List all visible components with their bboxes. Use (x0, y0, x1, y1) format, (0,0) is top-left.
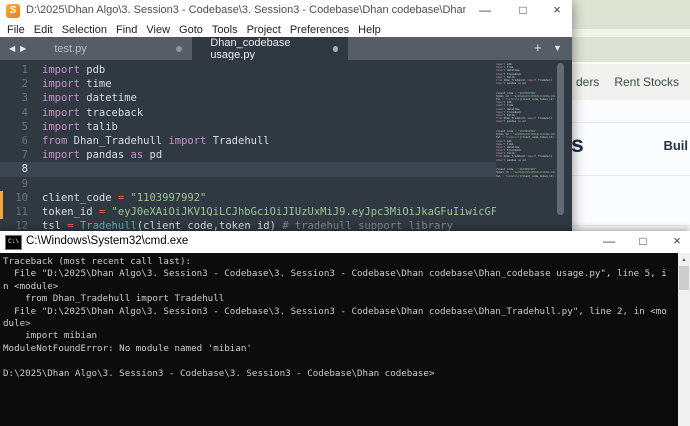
cmd-window-title: C:\Windows\System32\cmd.exe (26, 235, 188, 247)
console-line: File "D:\2025\Dhan Algo\3. Session3 - Co… (3, 306, 690, 318)
webpage-banner-band (556, 29, 690, 37)
tabs: test.py Dhan_codebase usage.py (36, 37, 348, 60)
sublime-window: S D:\2025\Dhan Algo\3. Session3 - Codeba… (0, 0, 572, 233)
tab-overflow-icon[interactable]: ▼ (553, 43, 562, 53)
maximize-icon[interactable]: □ (508, 0, 538, 22)
code-editor[interactable]: 1import pdb2import time3import datetime4… (0, 60, 572, 233)
editor-scrollbar[interactable] (557, 63, 564, 215)
webpage-link[interactable]: Buil (663, 138, 688, 153)
tab-dhan_codebase-usage.py[interactable]: Dhan_codebase usage.py (192, 37, 348, 60)
console-line: ModuleNotFoundError: No module named 'mi… (3, 343, 690, 355)
tab-label: Dhan_codebase usage.py (210, 37, 332, 61)
console-line: n <module> (3, 281, 690, 293)
menu-preferences[interactable]: Preferences (290, 24, 349, 36)
code-line: 1import pdb (0, 63, 496, 77)
tab-bar: ◀▶ test.pyDhan_codebase usage.py + ▼ (0, 37, 572, 60)
webpage-navbar: dersRent StocksM (556, 64, 690, 100)
scroll-up-icon[interactable]: ▲ (678, 255, 690, 265)
background-webpage: dersRent StocksM s Buil (556, 0, 690, 256)
code-line: 4import traceback (0, 106, 496, 120)
desktop: dersRent StocksM s Buil S D:\2025\Dhan A… (0, 0, 690, 426)
console-line: dule> (3, 318, 690, 330)
line-number: 4 (0, 106, 42, 120)
minimap[interactable]: import pdbimport timeimport datetimeimpo… (496, 60, 556, 233)
minimize-icon[interactable]: — (594, 231, 624, 253)
sublime-titlebar[interactable]: S D:\2025\Dhan Algo\3. Session3 - Codeba… (0, 0, 572, 22)
code-line: 3import datetime (0, 91, 496, 105)
menu-project[interactable]: Project (247, 24, 281, 36)
nav-item[interactable]: Rent Stocks (614, 75, 679, 89)
modified-dot-icon (176, 46, 182, 52)
new-tab-icon[interactable]: + (534, 40, 542, 55)
code-line: 2import time (0, 77, 496, 91)
menu-help[interactable]: Help (358, 24, 381, 36)
divider (556, 175, 690, 176)
console-line: Traceback (most recent call last): (3, 256, 690, 268)
scrollbar-thumb[interactable] (679, 266, 689, 290)
tab-label: test.py (54, 43, 86, 55)
code-line: 10client_code = "1103997992" (0, 191, 496, 205)
sublime-icon: S (6, 4, 20, 18)
menu-find[interactable]: Find (116, 24, 137, 36)
webpage-heading: s (571, 131, 584, 158)
menu-file[interactable]: File (7, 24, 25, 36)
maximize-icon[interactable]: □ (628, 231, 658, 253)
cmd-window: C:\ C:\Windows\System32\cmd.exe — □ × Tr… (0, 231, 690, 426)
code-line: 11token_id = "eyJ0eXAiOiJKV1QiLCJhbGciOi… (0, 205, 496, 219)
console-scrollbar[interactable]: ▲ (678, 253, 690, 426)
tab-test.py[interactable]: test.py (36, 37, 192, 60)
line-number: 11 (0, 205, 42, 219)
code-area[interactable]: 1import pdb2import time3import datetime4… (0, 63, 572, 233)
line-number: 7 (0, 148, 42, 162)
line-number: 10 (0, 191, 42, 205)
close-icon[interactable]: × (662, 231, 690, 253)
console-text: Traceback (most recent call last): File … (0, 253, 690, 380)
code-line: 6from Dhan_Tradehull import Tradehull (0, 134, 496, 148)
menu-goto[interactable]: Goto (179, 24, 203, 36)
close-icon[interactable]: × (542, 0, 572, 22)
modified-lines-marker (0, 191, 3, 219)
menu-selection[interactable]: Selection (62, 24, 107, 36)
console-line: from Dhan_Tradehull import Tradehull (3, 293, 690, 305)
divider (556, 122, 690, 123)
cmd-icon: C:\ (5, 235, 22, 250)
menubar: File Edit Selection Find View Goto Tools Projec… (0, 22, 572, 37)
console-line: import mibian (3, 330, 690, 342)
minimize-icon[interactable]: — (470, 0, 500, 22)
cmd-titlebar[interactable]: C:\ C:\Windows\System32\cmd.exe — □ × (0, 231, 690, 253)
divider (556, 225, 690, 226)
line-number: 2 (0, 77, 42, 91)
line-number: 6 (0, 134, 42, 148)
code-line: 5import talib (0, 120, 496, 134)
webpage-banner (556, 0, 690, 62)
window-title: D:\2025\Dhan Algo\3. Session3 - Codebase… (26, 4, 466, 16)
nav-item[interactable]: ders (576, 75, 599, 89)
menu-edit[interactable]: Edit (34, 24, 53, 36)
console-line (3, 355, 690, 367)
menu-view[interactable]: View (146, 24, 170, 36)
tab-next-icon[interactable]: ▶ (20, 44, 26, 53)
console-output[interactable]: Traceback (most recent call last): File … (0, 253, 690, 426)
line-number: 3 (0, 91, 42, 105)
code-line: 8 (0, 162, 556, 176)
tab-prev-icon[interactable]: ◀ (9, 44, 15, 53)
console-line: File "D:\2025\Dhan Algo\3. Session3 - Co… (3, 268, 690, 280)
tab-scroll-arrows[interactable]: ◀▶ (0, 37, 36, 60)
line-number: 9 (0, 177, 42, 191)
code-line: 7import pandas as pd (0, 148, 496, 162)
code-line: 9 (0, 177, 496, 191)
line-number: 5 (0, 120, 42, 134)
console-line: D:\2025\Dhan Algo\3. Session3 - Codebase… (3, 368, 690, 380)
line-number: 1 (0, 63, 42, 77)
modified-dot-icon (333, 46, 339, 52)
line-number: 8 (0, 162, 42, 176)
menu-tools[interactable]: Tools (212, 24, 238, 36)
